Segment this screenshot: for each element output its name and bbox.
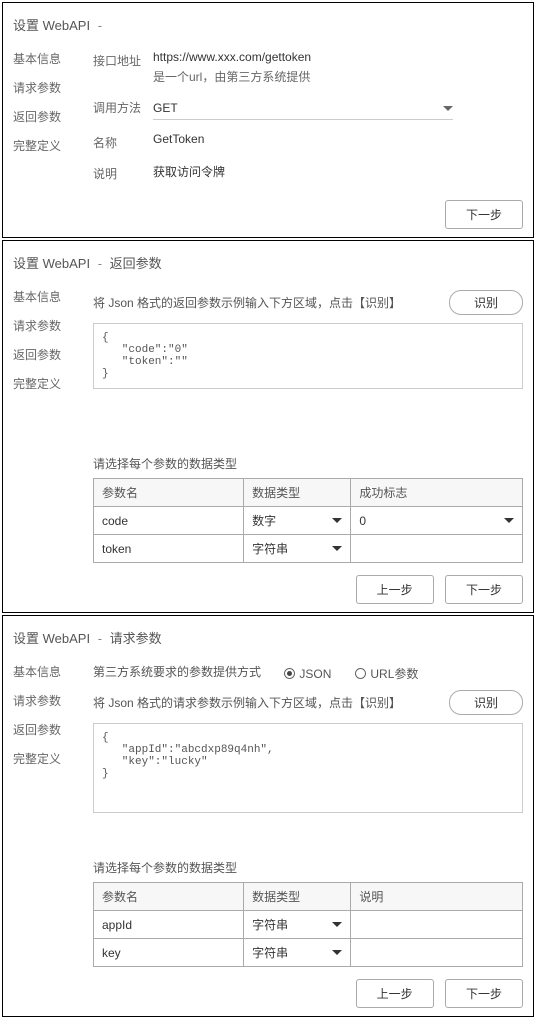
name-value: GetToken xyxy=(153,132,523,146)
title-text: 设置 WebAPI xyxy=(13,18,90,33)
sidebar-item-response[interactable]: 返回参数 xyxy=(13,340,83,369)
instruction2-text: 请选择每个参数的数据类型 xyxy=(93,859,523,876)
json-sample-textarea[interactable]: { "code":"0" "token":"" } xyxy=(93,323,523,389)
desc-label: 说明 xyxy=(93,163,153,182)
mode-row: 第三方系统要求的参数提供方式 JSON URL参数 xyxy=(93,663,523,682)
panel-request-params: 设置 WebAPI - 请求参数 基本信息 请求参数 返回参数 完整定义 第三方… xyxy=(2,615,534,1017)
th-desc: 说明 xyxy=(351,883,523,911)
radio-json-label: JSON xyxy=(299,667,331,681)
sidebar-item-request[interactable]: 请求参数 xyxy=(13,73,83,102)
th-flag: 成功标志 xyxy=(351,479,523,507)
th-name: 参数名 xyxy=(94,479,244,507)
chevron-down-icon xyxy=(504,518,514,523)
title-dash: - xyxy=(98,631,102,646)
cell-name: token xyxy=(94,535,244,563)
sidebar: 基本信息 请求参数 返回参数 完整定义 xyxy=(13,44,83,229)
cell-type-select[interactable]: 数字 xyxy=(244,507,351,535)
table-header-row: 参数名 数据类型 说明 xyxy=(94,883,523,911)
radio-url-label: URL参数 xyxy=(370,665,418,682)
title-dash: - xyxy=(98,256,102,271)
prev-button[interactable]: 上一步 xyxy=(356,979,434,1008)
method-select[interactable]: GET xyxy=(153,97,453,120)
cell-type-select[interactable]: 字符串 xyxy=(244,911,351,939)
th-name: 参数名 xyxy=(94,883,244,911)
title-sub: 请求参数 xyxy=(110,631,162,646)
json-sample-textarea[interactable]: { "appId":"abcdxp89q4nh", "key":"lucky" … xyxy=(93,723,523,813)
mode-label: 第三方系统要求的参数提供方式 xyxy=(93,665,261,679)
params-table: 参数名 数据类型 说明 appId 字符串 key 字符串 xyxy=(93,882,523,967)
recognize-button[interactable]: 识别 xyxy=(449,290,523,315)
cell-name: code xyxy=(94,507,244,535)
params-table: 参数名 数据类型 成功标志 code 数字 0 token 字符串 xyxy=(93,478,523,563)
table-row: token 字符串 xyxy=(94,535,523,563)
cell-desc xyxy=(351,939,523,967)
panel-title: 设置 WebAPI - 请求参数 xyxy=(13,624,523,657)
table-header-row: 参数名 数据类型 成功标志 xyxy=(94,479,523,507)
instruction-text: 将 Json 格式的请求参数示例输入下方区域，点击【识别】 xyxy=(93,694,401,711)
table-row: appId 字符串 xyxy=(94,911,523,939)
recognize-button[interactable]: 识别 xyxy=(449,690,523,715)
radio-json[interactable]: JSON xyxy=(284,665,331,682)
name-label: 名称 xyxy=(93,132,153,151)
th-type: 数据类型 xyxy=(244,883,351,911)
panel-response-params: 设置 WebAPI - 返回参数 基本信息 请求参数 返回参数 完整定义 将 J… xyxy=(2,240,534,613)
chevron-down-icon xyxy=(332,950,342,955)
cell-flag xyxy=(351,535,523,563)
title-text: 设置 WebAPI xyxy=(13,631,90,646)
sidebar-item-full[interactable]: 完整定义 xyxy=(13,369,83,398)
panel-title: 设置 WebAPI - xyxy=(13,11,523,44)
chevron-down-icon xyxy=(332,922,342,927)
next-button[interactable]: 下一步 xyxy=(445,200,523,229)
sidebar-item-full[interactable]: 完整定义 xyxy=(13,131,83,160)
sidebar-item-response[interactable]: 返回参数 xyxy=(13,102,83,131)
cell-flag-select[interactable]: 0 xyxy=(351,507,523,535)
cell-desc xyxy=(351,911,523,939)
addr-label: 接口地址 xyxy=(93,50,153,69)
sidebar-item-full[interactable]: 完整定义 xyxy=(13,744,83,773)
instruction-text: 将 Json 格式的返回参数示例输入下方区域，点击【识别】 xyxy=(93,294,401,311)
title-text: 设置 WebAPI xyxy=(13,256,90,271)
sidebar-item-request[interactable]: 请求参数 xyxy=(13,311,83,340)
sidebar-item-request[interactable]: 请求参数 xyxy=(13,686,83,715)
table-row: code 数字 0 xyxy=(94,507,523,535)
next-button[interactable]: 下一步 xyxy=(445,979,523,1008)
method-label: 调用方法 xyxy=(93,97,153,116)
title-dash: - xyxy=(98,18,102,33)
sidebar-item-basic[interactable]: 基本信息 xyxy=(13,44,83,73)
method-value: GET xyxy=(153,101,443,115)
chevron-down-icon xyxy=(443,106,453,111)
prev-button[interactable]: 上一步 xyxy=(356,575,434,604)
addr-value: https://www.xxx.com/gettoken xyxy=(153,50,523,64)
panel-title: 设置 WebAPI - 返回参数 xyxy=(13,249,523,282)
radio-url[interactable]: URL参数 xyxy=(355,665,418,682)
cell-type-select[interactable]: 字符串 xyxy=(244,535,351,563)
sidebar-item-basic[interactable]: 基本信息 xyxy=(13,657,83,686)
sidebar: 基本信息 请求参数 返回参数 完整定义 xyxy=(13,657,83,1008)
desc-value: 获取访问令牌 xyxy=(153,163,523,180)
sidebar-item-basic[interactable]: 基本信息 xyxy=(13,282,83,311)
addr-hint: 是一个url，由第三方系统提供 xyxy=(153,68,523,85)
th-type: 数据类型 xyxy=(244,479,351,507)
cell-name: appId xyxy=(94,911,244,939)
radio-icon xyxy=(355,668,366,679)
chevron-down-icon xyxy=(332,518,342,523)
next-button[interactable]: 下一步 xyxy=(445,575,523,604)
radio-icon xyxy=(284,668,295,679)
title-sub: 返回参数 xyxy=(110,256,162,271)
table-row: key 字符串 xyxy=(94,939,523,967)
cell-type-select[interactable]: 字符串 xyxy=(244,939,351,967)
panel-basic-info: 设置 WebAPI - 基本信息 请求参数 返回参数 完整定义 接口地址 htt… xyxy=(2,2,534,238)
sidebar-item-response[interactable]: 返回参数 xyxy=(13,715,83,744)
chevron-down-icon xyxy=(332,546,342,551)
cell-name: key xyxy=(94,939,244,967)
instruction2-text: 请选择每个参数的数据类型 xyxy=(93,455,523,472)
sidebar: 基本信息 请求参数 返回参数 完整定义 xyxy=(13,282,83,604)
